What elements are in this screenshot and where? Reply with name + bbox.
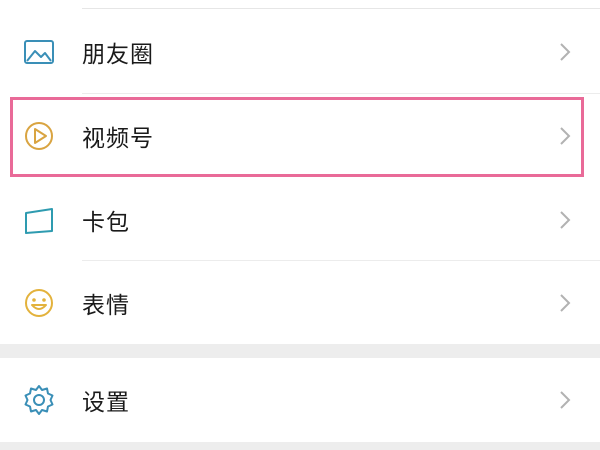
row-divider bbox=[82, 260, 600, 261]
section-separator bbox=[0, 442, 600, 450]
chevron-right-icon bbox=[558, 41, 572, 63]
menu-item-stickers[interactable]: 表情 bbox=[0, 262, 600, 344]
card-wallet-icon bbox=[22, 203, 56, 237]
menu-item-label: 卡包 bbox=[82, 210, 130, 236]
chevron-right-icon bbox=[558, 389, 572, 411]
menu-item-label: 朋友圈 bbox=[82, 42, 154, 68]
section-separator bbox=[0, 344, 600, 358]
row-divider bbox=[82, 8, 600, 9]
menu-item-label: 设置 bbox=[82, 390, 130, 416]
menu-item-channels[interactable]: 视频号 bbox=[0, 95, 600, 177]
gear-icon bbox=[22, 383, 56, 417]
menu-item-moments[interactable]: 朋友圈 bbox=[0, 11, 600, 93]
chevron-right-icon bbox=[558, 125, 572, 147]
row-divider bbox=[82, 93, 600, 94]
menu-item-settings[interactable]: 设置 bbox=[0, 358, 600, 442]
play-circle-icon bbox=[22, 119, 56, 153]
chevron-right-icon bbox=[558, 292, 572, 314]
photo-album-icon bbox=[22, 35, 56, 69]
smiley-face-icon bbox=[22, 286, 56, 320]
settings-menu-screen: 朋友圈 视频号 卡包 表情 设置 bbox=[0, 0, 600, 450]
menu-item-label: 表情 bbox=[82, 293, 130, 319]
menu-item-label: 视频号 bbox=[82, 126, 154, 152]
menu-item-cards[interactable]: 卡包 bbox=[0, 179, 600, 261]
chevron-right-icon bbox=[558, 209, 572, 231]
